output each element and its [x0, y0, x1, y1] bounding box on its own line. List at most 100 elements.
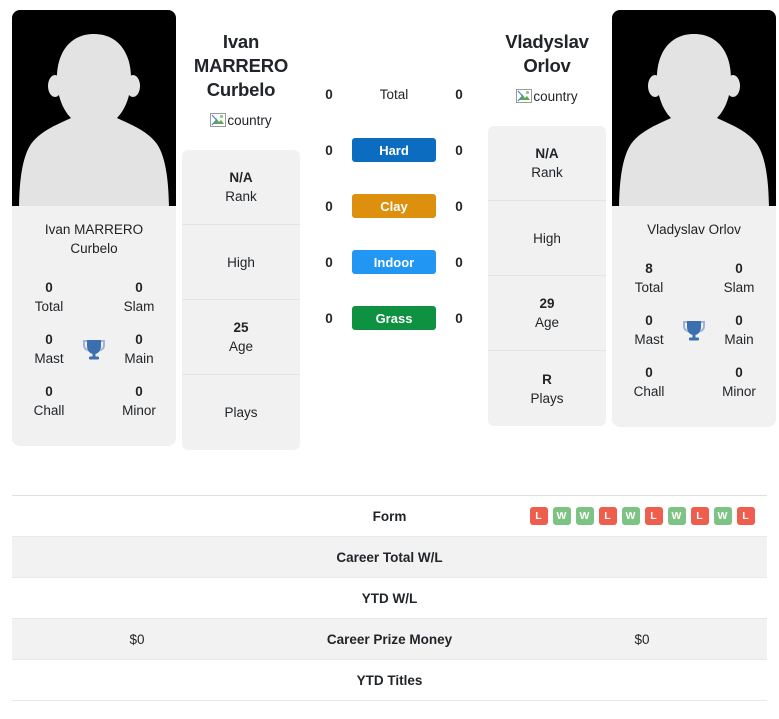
surface-right-value: 0: [455, 86, 463, 102]
player-photo-caption-right: Vladyslav Orlov: [612, 206, 776, 251]
form-badge[interactable]: L: [598, 507, 617, 525]
stat-value: 0: [645, 365, 653, 380]
form-right-cell: L W W L W L W L W L: [517, 507, 767, 525]
player-name-left[interactable]: Ivan MARRERO Curbelo: [176, 30, 306, 102]
player-name-line-2: Orlov: [523, 55, 571, 76]
form-badge[interactable]: L: [736, 507, 755, 525]
form-badge[interactable]: L: [529, 507, 548, 525]
stat-value: 0: [135, 332, 143, 347]
stat-label: Minor: [122, 403, 156, 418]
stat-label: Minor: [722, 384, 756, 399]
player-info-card-right: N/A Rank High 29 Age R Plays: [488, 126, 606, 426]
stat-value: 0: [735, 313, 743, 328]
form-badge[interactable]: W: [621, 507, 640, 525]
titles-grid-right: 8 Total 0 Slam 0 Mast 0 Main 0 Chall 0 M…: [612, 251, 776, 427]
table-row-ytd-wl: YTD W/L: [12, 578, 767, 619]
info-cell-rank-right: N/A Rank: [488, 126, 606, 201]
info-label: Age: [534, 315, 560, 330]
info-label: Plays: [224, 405, 258, 420]
stat-label: Chall: [633, 384, 665, 399]
stat-total-right: 8 Total: [624, 259, 674, 297]
player-info-card-left: N/A Rank High 25 Age Plays: [182, 150, 300, 450]
broken-image-icon: [210, 112, 227, 128]
surface-left-value: 0: [325, 198, 333, 214]
stat-value: 0: [45, 384, 53, 399]
player-card-right[interactable]: Vladyslav Orlov 8 Total 0 Slam 0 Mast 0 …: [612, 10, 776, 427]
stat-label: Slam: [723, 280, 755, 295]
stat-minor-left: 0 Minor: [114, 382, 164, 420]
surface-left-value: 0: [325, 142, 333, 158]
row-label-ytd-titles: YTD Titles: [356, 672, 423, 688]
form-badge[interactable]: W: [667, 507, 686, 525]
table-row-form: Form L W W L W L W L W L: [12, 496, 767, 537]
titles-row-chall-minor: 0 Chall 0 Minor: [618, 357, 770, 409]
stat-label: Total: [34, 299, 64, 314]
surface-right-value: 0: [455, 310, 463, 326]
info-label: Rank: [531, 165, 563, 180]
form-badge[interactable]: W: [552, 507, 571, 525]
stat-slam-right: 0 Slam: [714, 259, 764, 297]
info-cell-plays-left: Plays: [182, 375, 300, 450]
country-flag-left: country: [210, 112, 272, 128]
player-name-line-1: Ivan MARRERO: [193, 31, 289, 76]
surface-row-indoor: 0 Indoor 0: [306, 234, 482, 290]
stat-value: 0: [735, 261, 743, 276]
stat-mast-left: 0 Mast: [24, 330, 74, 368]
info-label: Rank: [225, 189, 257, 204]
player-name-right[interactable]: Vladyslav Orlov: [505, 30, 589, 78]
row-right-value: $0: [634, 631, 650, 647]
titles-row-mast-main: 0 Mast 0 Main: [18, 324, 170, 376]
info-value: N/A: [229, 170, 253, 185]
row-left-value: $0: [129, 631, 145, 647]
stat-label: Chall: [33, 403, 65, 418]
titles-grid-left: 0 Total 0 Slam 0 Mast 0 Main 0 Chall 0 M…: [12, 270, 176, 446]
stat-label: Slam: [123, 299, 155, 314]
player-info-column-left: Ivan MARRERO Curbelo country N/A Rank Hi…: [176, 10, 306, 450]
avatar-silhouette-icon: [619, 34, 769, 206]
player-comparison-page: Ivan MARRERO Curbelo 0 Total 0 Slam 0 Ma…: [0, 0, 779, 719]
surface-label-hard[interactable]: Hard: [352, 138, 436, 162]
surface-right-value: 0: [455, 142, 463, 158]
surface-label-indoor[interactable]: Indoor: [352, 250, 436, 274]
player-name-line-2: Curbelo: [206, 79, 276, 100]
stat-value: 0: [135, 280, 143, 295]
titles-row-chall-minor: 0 Chall 0 Minor: [18, 376, 170, 428]
form-badge[interactable]: L: [644, 507, 663, 525]
row-label-ytd-wl: YTD W/L: [361, 590, 418, 606]
form-badges-strip: L W W L W L W L W L: [529, 507, 755, 525]
info-cell-high-right: High: [488, 201, 606, 276]
stat-main-left: 0 Main: [114, 330, 164, 368]
stat-label: Main: [724, 332, 754, 347]
stat-minor-right: 0 Minor: [714, 363, 764, 401]
stat-value: 0: [45, 332, 53, 347]
comparison-stats-table: Form L W W L W L W L W L Career Total W/…: [12, 495, 767, 701]
caption-line-1: Ivan MARRERO: [44, 222, 144, 237]
row-label-career-prize-money: Career Prize Money: [326, 631, 453, 647]
info-label: High: [227, 254, 255, 270]
comparison-header: Ivan MARRERO Curbelo 0 Total 0 Slam 0 Ma…: [0, 0, 779, 495]
surface-label-grass[interactable]: Grass: [352, 306, 436, 330]
stat-mast-right: 0 Mast: [624, 311, 674, 349]
player-name-line-1: Vladyslav: [505, 31, 589, 52]
stat-main-right: 0 Main: [714, 311, 764, 349]
info-value: 29: [539, 296, 555, 311]
surface-label-total: Total: [379, 86, 409, 102]
stat-value: 0: [135, 384, 143, 399]
info-label: High: [533, 230, 561, 246]
table-row-ytd-titles: YTD Titles: [12, 660, 767, 701]
form-badge[interactable]: W: [575, 507, 594, 525]
caption-line-2: Curbelo: [70, 241, 118, 256]
info-cell-high-left: High: [182, 225, 300, 300]
country-flag-right: country: [516, 88, 578, 104]
trophy-icon: [677, 317, 711, 343]
surface-label-clay[interactable]: Clay: [352, 194, 436, 218]
info-value: N/A: [535, 146, 559, 161]
player-info-column-right: Vladyslav Orlov country N/A Rank High 29…: [482, 10, 612, 426]
form-badge[interactable]: L: [690, 507, 709, 525]
broken-image-icon: [516, 88, 533, 104]
player-card-left[interactable]: Ivan MARRERO Curbelo 0 Total 0 Slam 0 Ma…: [12, 10, 176, 446]
info-label: Plays: [530, 390, 564, 406]
form-badge[interactable]: W: [713, 507, 732, 525]
stat-label: Mast: [634, 332, 664, 347]
surface-row-grass: 0 Grass 0: [306, 290, 482, 346]
